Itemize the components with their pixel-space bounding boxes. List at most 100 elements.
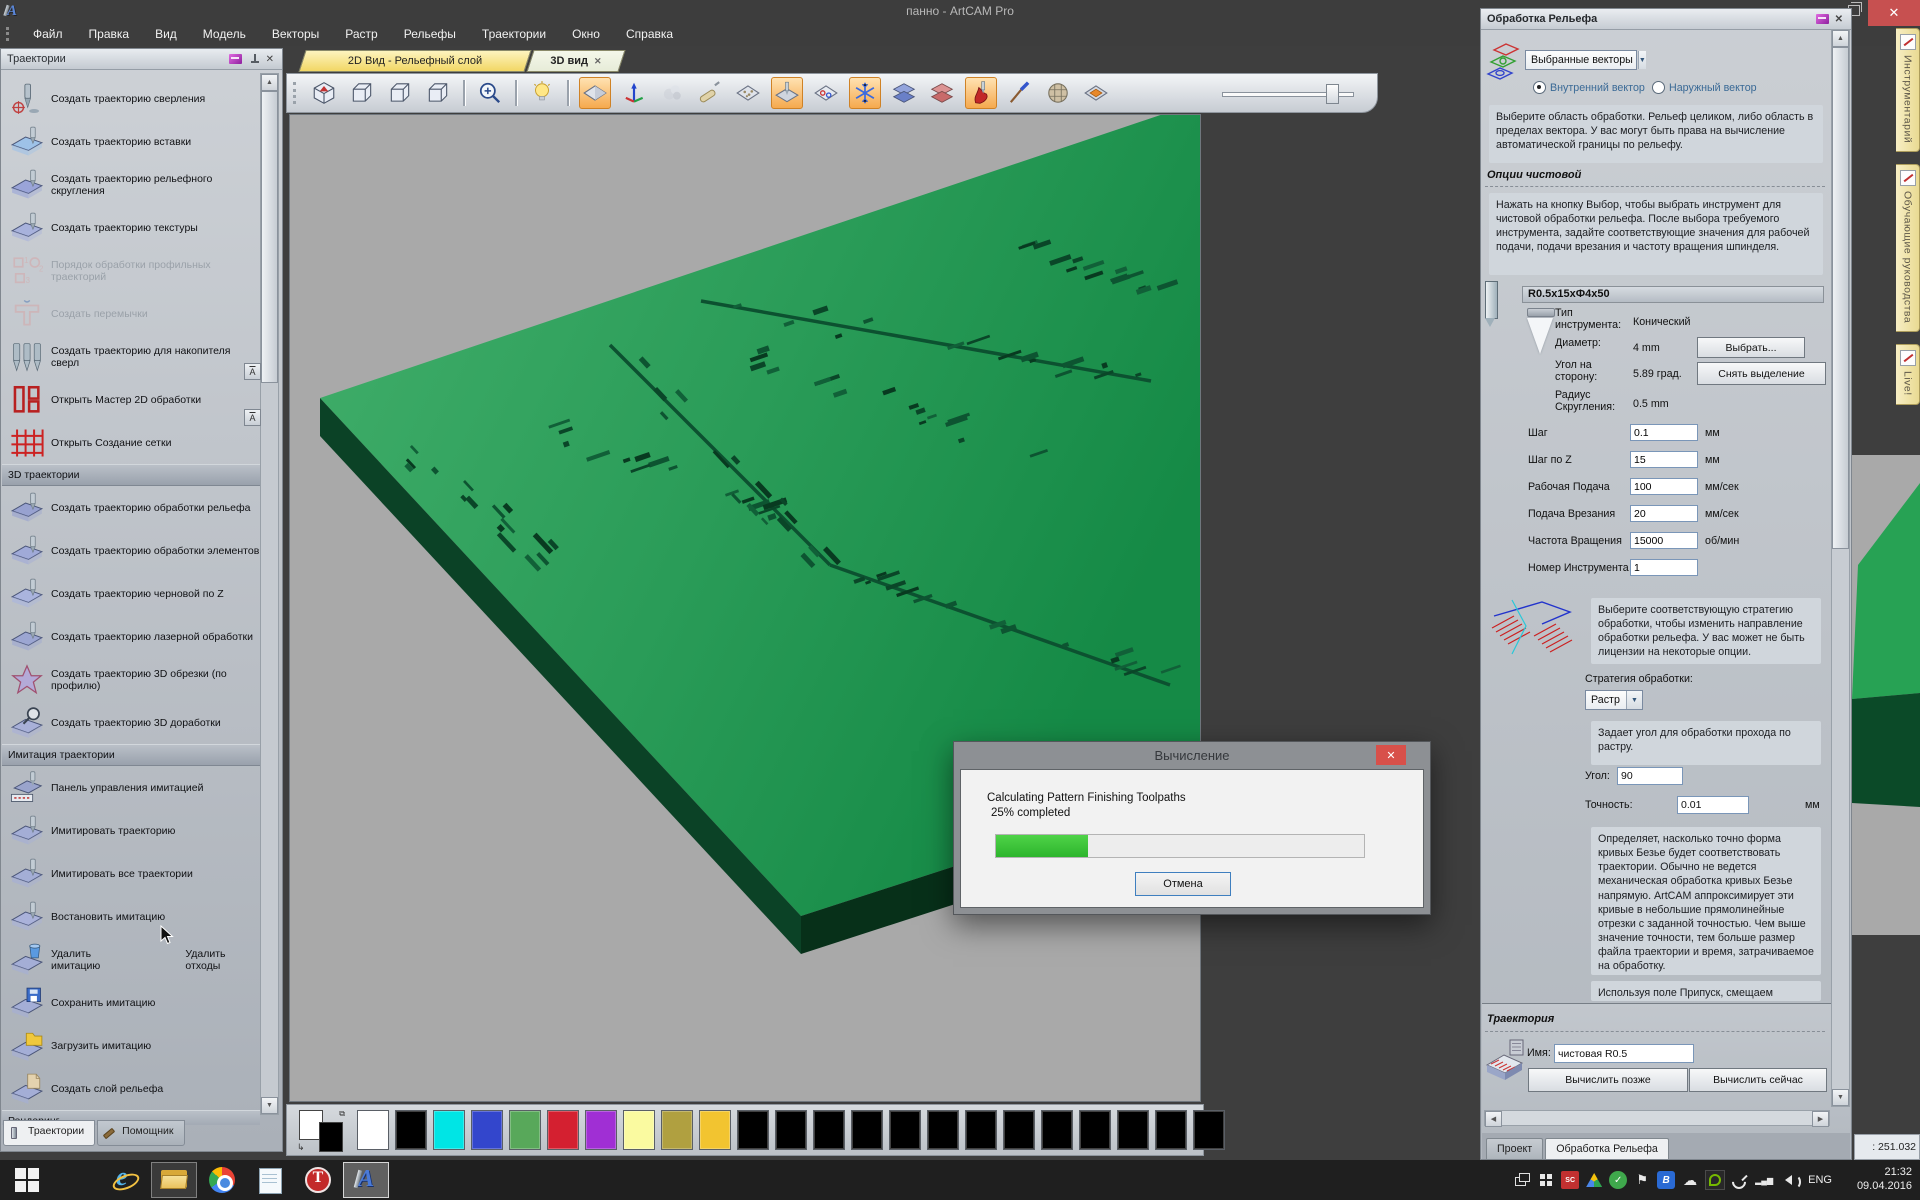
toolbar-button[interactable]	[771, 77, 803, 109]
left-panel-item[interactable]: Создать траекторию рельефного скругления	[2, 163, 260, 206]
toolbar-button[interactable]	[1043, 78, 1073, 108]
scroll-up-icon[interactable]: ▲	[261, 74, 278, 91]
menu-item[interactable]: Траектории	[469, 27, 559, 41]
light-intensity-slider[interactable]	[1222, 84, 1354, 102]
palette-swatch[interactable]	[1041, 1110, 1073, 1150]
toolbar-button[interactable]	[849, 77, 881, 109]
palette-swatch[interactable]	[433, 1110, 465, 1150]
scrollbar-thumb[interactable]	[261, 91, 278, 383]
tray-icon[interactable]	[1681, 1171, 1699, 1189]
palette-swatch[interactable]	[851, 1110, 883, 1150]
toolbar-button[interactable]	[695, 78, 725, 108]
menu-item[interactable]: Рельефы	[391, 27, 469, 41]
close-tab-icon[interactable]: ✕	[594, 56, 602, 67]
palette-swatch[interactable]	[1155, 1110, 1187, 1150]
right-panel-scrollbar[interactable]: ▲ ▼	[1831, 29, 1850, 1107]
palette-swatch[interactable]	[965, 1110, 997, 1150]
tray-icon[interactable]	[1633, 1171, 1651, 1189]
toolbar-button[interactable]	[733, 78, 763, 108]
scroll-down-icon[interactable]: ▼	[261, 1097, 278, 1114]
side-tab[interactable]: Инструментарий	[1896, 28, 1920, 152]
toolbar-button[interactable]	[619, 78, 649, 108]
language-indicator[interactable]: ENG	[1808, 1174, 1832, 1186]
taskbar-app-button[interactable]	[199, 1162, 245, 1198]
left-panel-item[interactable]: Открыть Создание сетки	[2, 421, 260, 464]
scroll-right-icon[interactable]: ▶	[1812, 1111, 1829, 1127]
left-panel-item[interactable]: Создать слой рельефа	[2, 1067, 260, 1110]
taskbar-app-button[interactable]	[247, 1162, 293, 1198]
panel-tab[interactable]: Траектории	[3, 1120, 95, 1146]
toolbar-button[interactable]	[527, 78, 557, 108]
deselect-tool-button[interactable]: Снять выделение	[1697, 362, 1826, 385]
3d-viewport[interactable]	[289, 114, 1201, 1102]
palette-swatch[interactable]	[623, 1110, 655, 1150]
palette-swatch[interactable]	[395, 1110, 427, 1150]
param-input[interactable]	[1630, 451, 1698, 468]
clock[interactable]: 21:32 09.04.2016	[1842, 1166, 1912, 1194]
left-panel-scrollbar[interactable]: ▲ ▼	[260, 73, 279, 1115]
angle-input[interactable]	[1617, 767, 1683, 785]
left-panel-item[interactable]: Создать траекторию обработки элементов	[2, 529, 260, 572]
start-button[interactable]	[0, 1160, 54, 1200]
toolbar-button[interactable]	[889, 78, 919, 108]
palette-swatch[interactable]	[471, 1110, 503, 1150]
left-panel-item[interactable]: 3D траектории	[2, 464, 260, 486]
param-input[interactable]	[1630, 478, 1698, 495]
palette-swatch[interactable]	[509, 1110, 541, 1150]
machining-area-dropdown[interactable]: Выбранные векторы ▼	[1525, 50, 1637, 70]
left-panel-item[interactable]: Создать траекторию лазерной обработки	[2, 615, 260, 658]
dialog-close-button[interactable]: ✕	[1376, 745, 1406, 765]
scroll-up-icon[interactable]: ▲	[1832, 30, 1849, 47]
toolbar-button[interactable]	[567, 80, 569, 106]
palette-swatch[interactable]	[927, 1110, 959, 1150]
palette-swatch[interactable]	[1079, 1110, 1111, 1150]
tray-icon[interactable]	[1755, 1171, 1773, 1189]
tab-3d-view[interactable]: 3D вид✕	[526, 50, 625, 72]
scrollbar-thumb[interactable]	[1832, 47, 1849, 549]
help-book-icon[interactable]	[1816, 14, 1829, 24]
toolbar-button[interactable]	[347, 78, 377, 108]
param-input[interactable]	[1630, 559, 1698, 576]
link-colours-icon[interactable]: ⧉	[339, 1109, 345, 1119]
toolbar-button[interactable]	[515, 80, 517, 106]
toolbar-button[interactable]	[423, 78, 453, 108]
taskbar-app-button[interactable]	[295, 1162, 341, 1198]
right-panel-hscrollbar[interactable]: ◀ ▶	[1484, 1110, 1830, 1126]
side-tab[interactable]: Обучающие руководства	[1896, 164, 1920, 332]
taskbar-app-button[interactable]	[343, 1162, 389, 1198]
help-book-icon[interactable]	[229, 54, 242, 64]
left-panel-item[interactable]: Востановить имитацию	[2, 895, 260, 938]
tray-icon[interactable]	[1657, 1171, 1675, 1189]
left-panel-item[interactable]: Порядок обработки профильных траекторий	[2, 249, 260, 292]
palette-swatch[interactable]	[737, 1110, 769, 1150]
scroll-left-icon[interactable]: ◀	[1485, 1111, 1502, 1127]
tray-icon[interactable]	[1609, 1171, 1627, 1189]
toolbar-button[interactable]	[309, 78, 339, 108]
palette-swatch[interactable]	[1117, 1110, 1149, 1150]
taskbar-app-button[interactable]	[103, 1162, 149, 1198]
calculate-now-button[interactable]: Вычислить сейчас	[1689, 1068, 1827, 1092]
tray-icon[interactable]	[1585, 1171, 1603, 1189]
primary-secondary-colours[interactable]: ⧉ ↳	[297, 1109, 345, 1151]
palette-swatch[interactable]	[889, 1110, 921, 1150]
taskbar-app-button[interactable]	[55, 1162, 101, 1198]
swap-colours-icon[interactable]: ↳	[297, 1142, 305, 1153]
left-panel-item[interactable]: Имитация траектории	[2, 744, 260, 766]
toolbar-button[interactable]	[385, 78, 415, 108]
tray-icon[interactable]	[1705, 1170, 1725, 1190]
palette-swatch[interactable]	[547, 1110, 579, 1150]
tray-icon[interactable]	[1779, 1171, 1797, 1189]
palette-swatch[interactable]	[357, 1110, 389, 1150]
palette-swatch[interactable]	[661, 1110, 693, 1150]
side-tab[interactable]: Live!	[1896, 344, 1920, 405]
left-panel-item[interactable]: Создать траекторию черновой по Z	[2, 572, 260, 615]
palette-swatch[interactable]	[775, 1110, 807, 1150]
toolpath-name-input[interactable]	[1554, 1044, 1694, 1063]
menu-item[interactable]: Файл	[20, 27, 76, 41]
radio-inner-vector[interactable]: Внутренний вектор	[1533, 81, 1645, 94]
menu-item[interactable]: Вид	[142, 27, 190, 41]
palette-swatch[interactable]	[585, 1110, 617, 1150]
left-panel-item[interactable]: Создать траекторию текстуры	[2, 206, 260, 249]
pin-icon[interactable]	[250, 53, 260, 65]
slider-thumb[interactable]	[1326, 84, 1339, 104]
